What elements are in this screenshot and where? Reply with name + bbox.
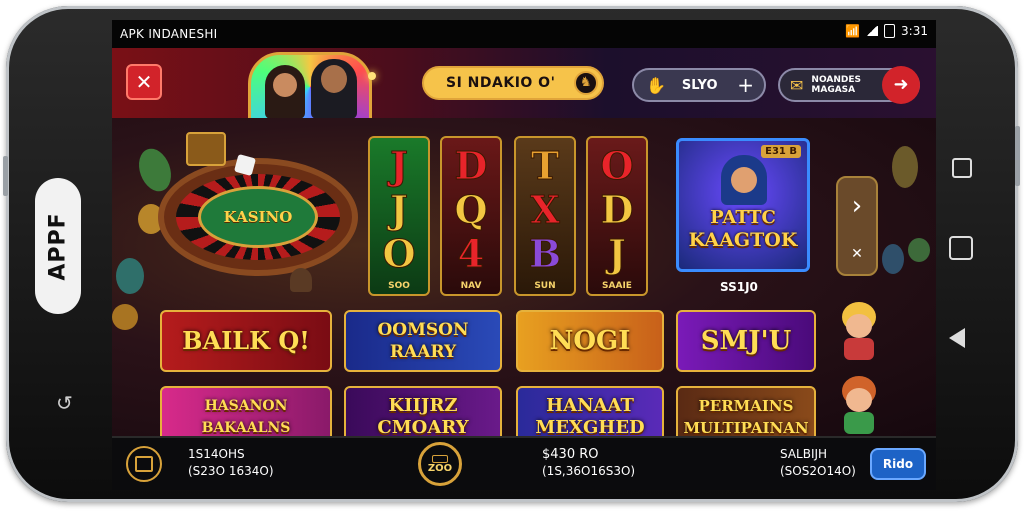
game-tile-title: OOMSON RAARY [377, 320, 469, 362]
balance-label: SLYO [681, 77, 718, 93]
slot-reel[interactable]: O D J SAAIE [586, 136, 648, 296]
lamp-icon [290, 268, 312, 292]
screen: APK INDANESHI 📶 3:31 ✕ SI NDAKIO O' ♞ ✋ … [112, 20, 936, 490]
menu-button[interactable] [126, 446, 162, 482]
mid-stat-sub: (1S,36O16S3O) [542, 464, 636, 478]
home-icon[interactable] [949, 236, 973, 260]
left-stat-value: 1S14OHS [188, 447, 245, 461]
coin-decoration [882, 244, 904, 274]
game-tile-title: HANAAT MEXGHED [535, 395, 645, 438]
coin-decoration [892, 146, 918, 188]
featured-badge: E31 B [761, 145, 801, 158]
roulette-label: KASINO [223, 208, 293, 226]
reel-symbol: J [390, 143, 409, 188]
ride-button[interactable]: Rido [870, 448, 926, 480]
close-icon: ✕ [135, 70, 153, 94]
status-icons: 📶 3:31 [845, 24, 928, 38]
game-tile[interactable]: NOGI [516, 310, 664, 372]
recent-apps-icon[interactable] [952, 158, 972, 178]
game-tile[interactable]: BAILK Q! [160, 310, 332, 372]
dealer-hat-icon [186, 132, 226, 166]
featured-game-card[interactable]: E31 B PATTC KAAGTOK [676, 138, 810, 272]
chest-icon [432, 454, 448, 463]
game-tile-title: BAILK Q! [182, 326, 310, 355]
game-tile-title: NOGI [549, 326, 631, 356]
reel-symbol: Q [454, 187, 488, 232]
bottom-bar: 1S14OHS (S23O 1634O) ZOO $430 RO (1S,36O… [112, 436, 936, 490]
featured-caption: SS1J0 [720, 280, 758, 294]
slot-reel[interactable]: J J O SOO [368, 136, 430, 296]
left-stat-sub: (S23O 1634O) [188, 464, 274, 478]
status-title: APK INDANESHI [120, 27, 218, 41]
phone-frame: APPF ↺ APK INDANESHI 📶 3:31 ✕ SI NDAKIO … [3, 6, 1020, 502]
battery-icon [884, 24, 896, 38]
coin-label: ZOO [427, 462, 453, 474]
chevron-right-icon: › [851, 190, 863, 221]
dismiss-icon[interactable]: ✕ [851, 246, 863, 262]
jackpot-pill[interactable]: SI NDAKIO O' ♞ [422, 66, 604, 100]
coin-button[interactable]: ZOO [418, 442, 462, 486]
window-icon [135, 456, 153, 472]
horse-icon: ♞ [574, 71, 598, 95]
reel-label: NAV [460, 281, 482, 291]
reel-symbol: J [390, 187, 409, 232]
game-tile-title: HASANON BAKAALNS [201, 398, 291, 436]
coin-decoration [116, 258, 144, 294]
game-tile[interactable]: SMJ'U [676, 310, 816, 372]
top-bar: ✕ SI NDAKIO O' ♞ ✋ SLYO + ✉ NOANDES MAGA… [112, 48, 936, 122]
close-button[interactable]: ✕ [126, 64, 162, 100]
featured-character [721, 155, 767, 205]
reel-symbol: D [600, 187, 634, 232]
reel-symbol: J [608, 231, 627, 276]
cartoon-character [832, 376, 886, 436]
arrow-button[interactable]: ➜ [882, 66, 920, 104]
reel-label: SAAIE [602, 281, 632, 291]
coin-decoration [112, 304, 138, 330]
reel-label: SUN [534, 281, 556, 291]
jackpot-label: SI NDAKIO O' [446, 75, 556, 91]
featured-title-line1: PATTC [710, 207, 776, 228]
promo-label: NOANDES MAGASA [811, 75, 861, 95]
add-icon[interactable]: + [737, 73, 754, 97]
slot-reel[interactable]: T X B SUN [514, 136, 576, 296]
dealer-portrait [248, 52, 372, 122]
reel-symbol: 4 [457, 231, 485, 276]
cartoon-character [832, 302, 886, 362]
next-arrow-button[interactable]: › ✕ [836, 176, 878, 276]
reel-symbol: X [530, 187, 560, 232]
right-stat-value: SALBIJH [780, 447, 828, 461]
wifi-icon: 📶 [845, 24, 861, 38]
back-triangle-icon[interactable] [949, 328, 965, 348]
promo-icon: ✉ [790, 75, 804, 95]
reel-symbol: D [454, 143, 488, 188]
back-gesture-icon[interactable]: ↺ [56, 391, 73, 415]
ride-button-label: Rido [882, 457, 914, 471]
reel-symbol: O [382, 231, 416, 276]
game-tile-title: PERMAINS MULTIPAINAN [683, 397, 809, 437]
main-area: KASINO J J O SOO D Q 4 NAV T X B SUN O D J SAAIE E31 B … [112, 118, 936, 448]
right-stat-sub: (SOS2O14O) [780, 464, 856, 478]
reel-symbol: O [600, 143, 634, 188]
mid-stat-value: $430 RO [542, 447, 599, 462]
featured-title-line2: KAAGTOK [688, 229, 798, 251]
status-time: 3:31 [901, 24, 928, 38]
promo-pill[interactable]: ✉ NOANDES MAGASA ➜ [778, 66, 920, 104]
status-bar: APK INDANESHI 📶 3:31 [112, 20, 936, 48]
slot-reel[interactable]: D Q 4 NAV [440, 136, 502, 296]
reel-symbol: B [528, 231, 562, 276]
game-tile-title: SMJ'U [700, 326, 792, 356]
balance-pill[interactable]: ✋ SLYO + [632, 68, 766, 102]
roulette-wheel[interactable]: KASINO [158, 158, 358, 276]
power-button [1015, 126, 1020, 186]
reel-label: SOO [388, 281, 410, 291]
reel-symbol: T [530, 143, 560, 188]
game-tile[interactable]: OOMSON RAARY [344, 310, 502, 372]
coin-icon: ✋ [646, 75, 666, 95]
coin-decoration [908, 238, 930, 262]
volume-button [3, 156, 8, 196]
side-app-label: APPF [35, 178, 81, 314]
game-tile-title: KIIJRZ CMOARY [377, 395, 469, 438]
signal-icon [866, 26, 879, 36]
trophy-icon [368, 72, 376, 80]
